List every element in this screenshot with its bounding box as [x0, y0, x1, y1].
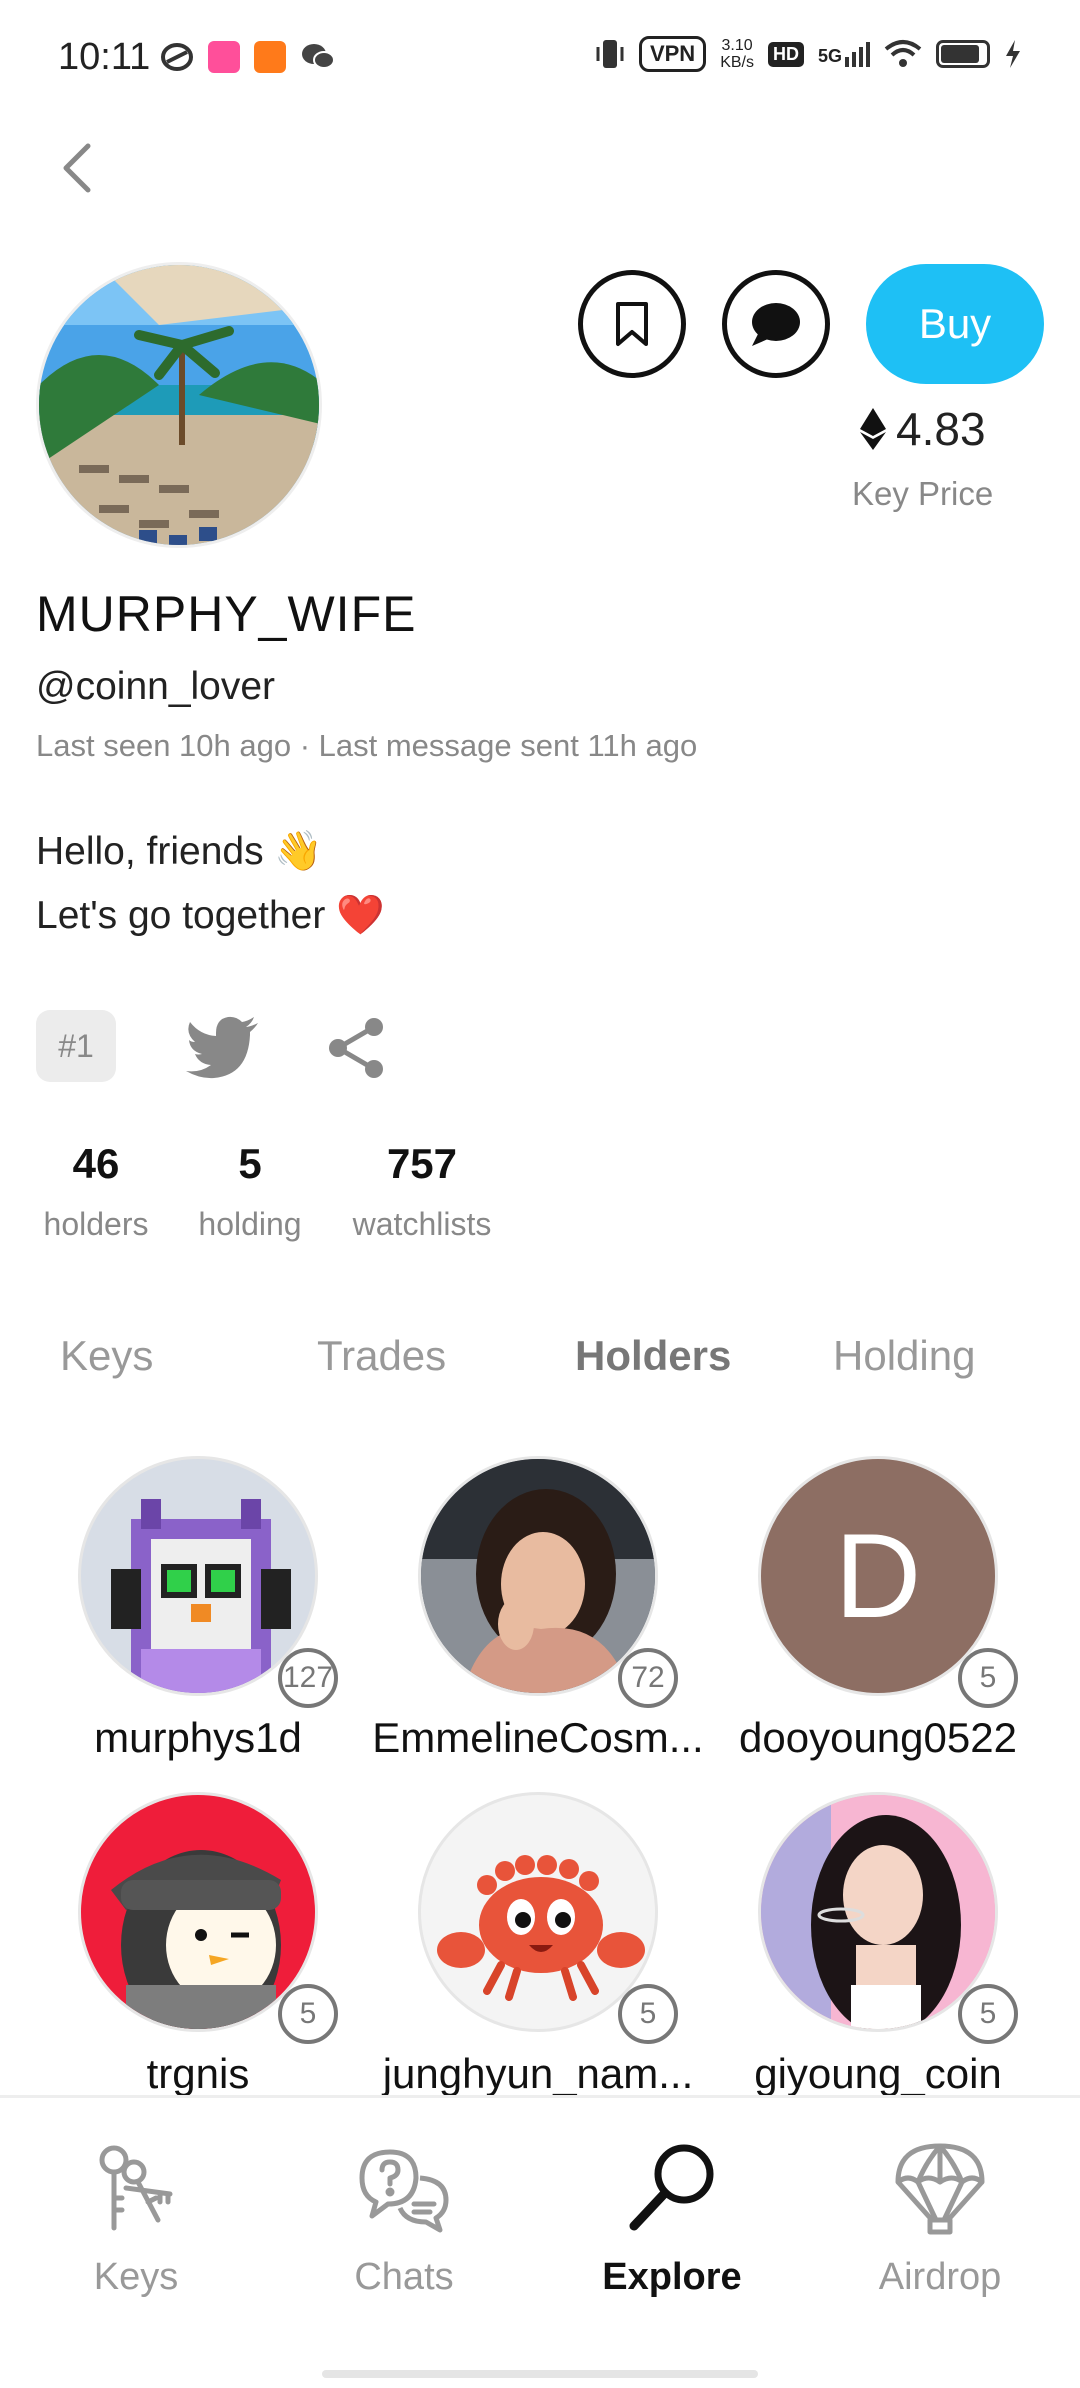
key-price-label: Key Price — [852, 475, 994, 512]
nav-label: Keys — [93, 2256, 179, 2298]
holder-avatar — [78, 1456, 318, 1696]
chats-icon — [359, 2149, 449, 2233]
holder-count-badge: 127 — [278, 1648, 338, 1708]
stat-value: 46 — [72, 1140, 120, 1187]
holder-avatar — [418, 1456, 658, 1696]
avatar-letter: D — [834, 1509, 922, 1643]
stat-holders[interactable]: 46 holders — [36, 1140, 156, 1243]
holder-name: trgnis — [146, 2050, 250, 2097]
share-icon[interactable] — [326, 1015, 388, 1081]
wifi-icon — [884, 40, 922, 67]
signal-icon — [845, 42, 870, 67]
status-icons: VPN 3.10 KB/s HD 5G — [595, 36, 1022, 72]
app-notification-icon — [208, 41, 240, 73]
vibrate-icon — [596, 40, 624, 68]
rank-badge: #1 — [36, 1010, 116, 1082]
bio-line: Let's go together ❤️ — [36, 894, 385, 937]
holder-count-badge: 5 — [958, 1984, 1018, 2044]
holder-name: EmmelineCosm... — [372, 1714, 704, 1761]
stat-holding[interactable]: 5 holding — [190, 1140, 310, 1243]
message-button[interactable] — [722, 270, 830, 378]
tab-keys[interactable]: Keys — [60, 1332, 153, 1380]
signal-5g: 5G — [818, 41, 870, 67]
holder-count-badge: 5 — [278, 1984, 338, 2044]
profile-avatar — [36, 262, 322, 548]
bookmark-button[interactable] — [578, 270, 686, 378]
last-seen-text: Last seen 10h ago · Last message sent 11… — [36, 728, 698, 763]
app-notification-icon — [254, 41, 286, 73]
battery-icon — [936, 40, 990, 68]
stat-label: watchlists — [352, 1206, 492, 1242]
tab-holders[interactable]: Holders — [575, 1332, 731, 1380]
chat-bubble-icon — [752, 303, 800, 346]
holder-avatar: D — [758, 1456, 998, 1696]
nav-label: Chats — [354, 2256, 454, 2298]
holder-count-badge: 5 — [618, 1984, 678, 2044]
airdrop-icon — [895, 2143, 985, 2235]
stat-value: 5 — [238, 1140, 262, 1187]
profile-tabs: Keys Trades Holders Holding — [0, 1320, 1080, 1400]
network-speed: 3.10 KB/s — [720, 37, 754, 71]
chevron-left-icon — [63, 143, 91, 193]
explore-icon — [629, 2144, 714, 2231]
charging-icon — [1006, 40, 1020, 68]
stat-value: 757 — [386, 1140, 458, 1187]
home-indicator[interactable] — [322, 2370, 758, 2378]
tab-trades[interactable]: Trades — [317, 1332, 446, 1380]
key-price: 4.83 — [860, 402, 986, 456]
user-handle: @coinn_lover — [36, 665, 276, 708]
nav-label: Airdrop — [878, 2256, 1002, 2298]
key-price-value: 4.83 — [896, 403, 986, 455]
notification-icons — [160, 40, 336, 74]
holder-count-badge: 5 — [958, 1648, 1018, 1708]
status-time: 10:11 — [58, 36, 151, 78]
app-notification-icon — [161, 43, 193, 71]
bookmark-icon — [616, 302, 648, 346]
vpn-indicator: VPN — [638, 36, 707, 72]
hd-indicator: HD — [767, 41, 804, 67]
holder-name: murphys1d — [94, 1714, 302, 1761]
beach-photo — [39, 265, 319, 545]
back-button[interactable] — [50, 138, 110, 198]
stat-label: holders — [43, 1206, 149, 1242]
display-name: MURPHY_WIFE — [36, 586, 417, 642]
wechat-icon — [302, 44, 335, 69]
holder-avatar — [78, 1792, 318, 2032]
nav-airdrop[interactable]: Airdrop — [840, 2138, 1040, 2299]
buy-button[interactable]: Buy — [866, 264, 1044, 384]
bio-line: Hello, friends 👋 — [36, 830, 323, 873]
stat-label: holding — [198, 1206, 302, 1242]
twitter-icon[interactable] — [186, 1015, 260, 1079]
nav-explore[interactable]: Explore — [572, 2138, 772, 2299]
tab-holding[interactable]: Holding — [833, 1332, 975, 1380]
holder-avatar — [758, 1792, 998, 2032]
nav-keys[interactable]: Keys — [36, 2138, 236, 2299]
bio: Hello, friends 👋 Let's go together ❤️ — [36, 820, 385, 948]
nav-chats[interactable]: Chats — [304, 2138, 504, 2299]
holder-name: junghyun_nam... — [382, 2050, 694, 2097]
holder-avatar — [418, 1792, 658, 2032]
nav-label: Explore — [602, 2256, 742, 2298]
status-bar: 10:11 VPN 3.10 KB/s HD 5G — [0, 0, 1080, 120]
holder-name: giyoung_coin — [754, 2050, 1002, 2097]
holder-count-badge: 72 — [618, 1648, 678, 1708]
stat-watchlists[interactable]: 757 watchlists — [340, 1140, 504, 1243]
keys-icon — [99, 2145, 173, 2231]
holder-name: dooyoung0522 — [739, 1714, 1017, 1761]
ethereum-icon — [860, 408, 886, 450]
bottom-navigation: Keys Chats Explore Airdrop — [0, 2095, 1080, 2388]
